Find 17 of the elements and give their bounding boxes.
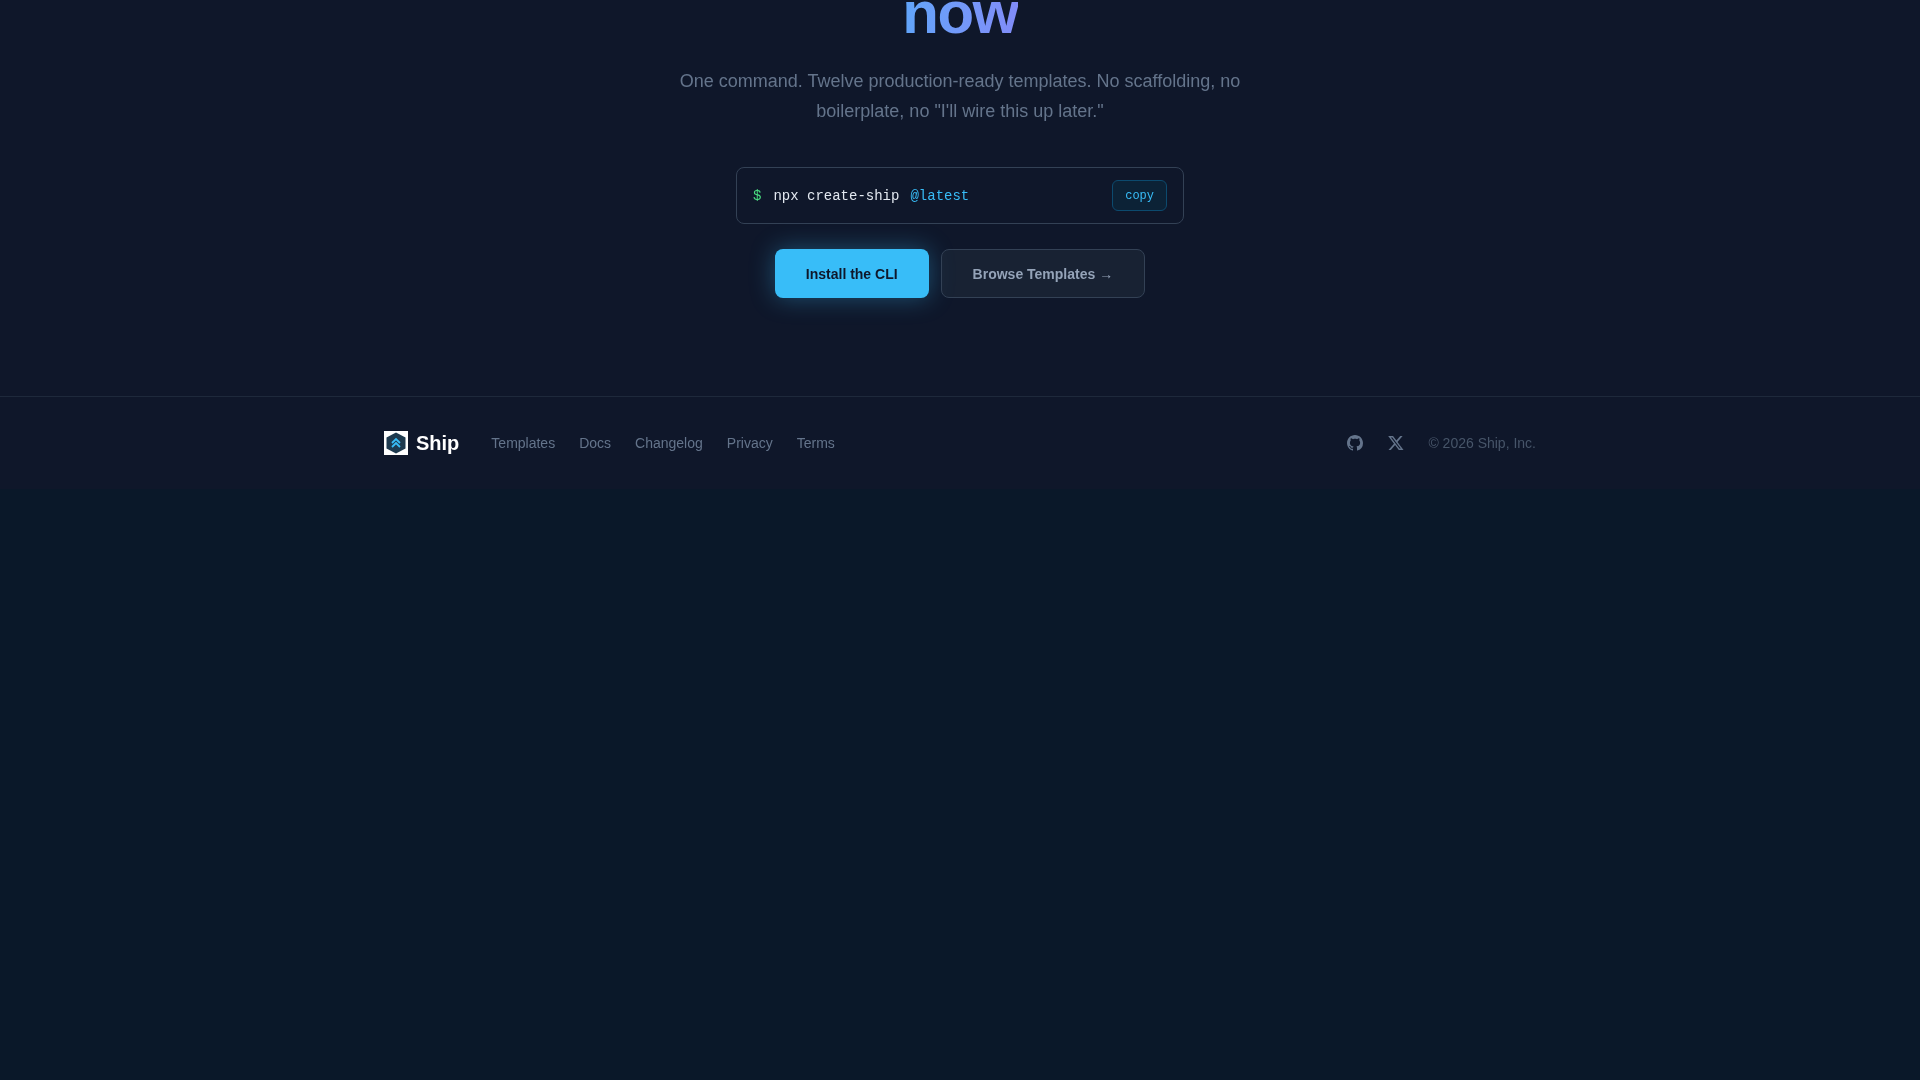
install-button[interactable]: Install the CLI [774,249,929,298]
footer-link[interactable]: Templates [491,433,556,453]
hero-subtitle: One command. Twelve production-ready templates. No scaffolding, no boilerplate, no "I'll wire this up later." [678,70,1242,123]
footer-link[interactable]: Terms [796,433,835,453]
prompt-symbol: $ [753,186,762,206]
footer-link[interactable]: Docs [579,433,612,453]
command-text: npx create-ship [773,186,900,206]
copy-button[interactable]: copy [1112,180,1167,211]
version-tag: @latest [910,185,970,206]
footer-link[interactable]: Privacy [726,433,773,453]
browse-templates-button[interactable]: Browse Templates → [940,249,1146,298]
copyright-text: © 2026 Ship, Inc. [1428,434,1536,453]
github-icon[interactable] [1347,435,1364,451]
brand-link[interactable]: Ship [384,429,460,457]
hexagon-chevron-logo-icon [384,431,408,455]
x-logo-icon[interactable] [1388,435,1405,451]
footer-link[interactable]: Changelog [635,433,703,453]
